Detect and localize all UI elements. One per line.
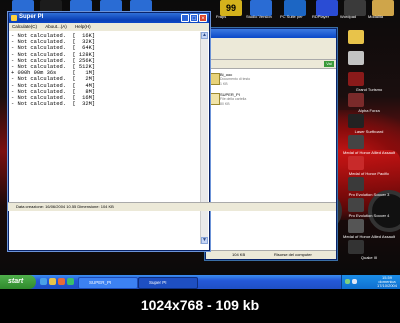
desktop-shortcut-label: Alpha Forza: [358, 108, 380, 113]
status-location: Risorse del computer: [274, 252, 312, 257]
file-size: 80 KB: [220, 102, 230, 106]
file-size: 1 KB: [220, 82, 228, 86]
desktop-shortcut-icon[interactable]: [348, 177, 364, 191]
menu-bar: Calculate(C) About...(A) Help(H): [9, 23, 209, 31]
file-details-statusbar: Data creazione: 16/06/2004 10.55 Dimensi…: [8, 202, 336, 211]
vertical-scrollbar[interactable]: ▲ ▼: [200, 32, 208, 244]
desktop-shortcut-icon[interactable]: [348, 219, 364, 233]
clock-date: 17/10/2004: [376, 283, 397, 289]
desktop-shortcut-label: Modalità: [368, 14, 384, 19]
desktop-shortcut-label: Quake III: [360, 255, 378, 260]
taskbar-item-explorer[interactable]: SUPER_PI: [78, 277, 138, 289]
file-icon[interactable]: [210, 93, 220, 105]
tray-network-icon[interactable]: [345, 279, 350, 284]
file-type: File della cartella: [220, 97, 247, 101]
results-text-area[interactable]: - Not calculated. [ 16K] - Not calculated…: [11, 33, 197, 243]
desktop-shortcut-icon[interactable]: [348, 198, 364, 212]
scroll-up-icon[interactable]: ▲: [201, 32, 208, 39]
desktop-shortcut-label: Laser Surfboard: [354, 129, 384, 134]
task-label: SUPER_PI: [89, 280, 112, 285]
explorer-statusbar: 104 KB Risorse del computer: [206, 250, 336, 259]
desktop-shortcut-label: Studio Version: [246, 14, 272, 19]
quicklaunch-messenger-icon[interactable]: [67, 278, 74, 285]
image-caption-bar: 1024x768 - 109 kb: [0, 289, 400, 323]
taskbar-item-superpi[interactable]: Super PI: [138, 277, 198, 289]
close-button[interactable]: ×: [199, 14, 207, 22]
minimize-button[interactable]: _: [181, 14, 189, 22]
image-caption: 1024x768 - 109 kb: [140, 297, 260, 313]
menu-about[interactable]: About...(A): [45, 24, 67, 29]
window-title: Super PI: [19, 14, 44, 20]
clock[interactable]: 15.59 domenica 17/10/2004: [376, 275, 397, 289]
desktop-shortcut-label: Medal of Honor Allied Assault: [342, 234, 396, 239]
tray-volume-icon[interactable]: [352, 279, 357, 284]
file-type: Documento di testo: [220, 77, 251, 81]
menu-calculate[interactable]: Calculate(C): [12, 24, 37, 29]
task-label: Super PI: [149, 280, 167, 285]
desktop-shortcut-icon[interactable]: [348, 135, 364, 149]
menu-help[interactable]: Help(H): [75, 24, 91, 29]
status-size: 104 KB: [232, 252, 246, 257]
start-button[interactable]: start: [0, 275, 36, 289]
desktop-shortcut-icon[interactable]: [348, 30, 364, 44]
desktop-shortcut-label: Pro Evolution Soccer 4: [348, 213, 390, 218]
quicklaunch-desktop-icon[interactable]: [49, 278, 56, 285]
desktop-shortcut-label: Medal of Honor Pacific: [348, 171, 390, 176]
maximize-button[interactable]: □: [190, 14, 198, 22]
desktop-shortcut-icon[interactable]: [348, 156, 364, 170]
desktop-shortcut-label: RDPlayer: [312, 14, 330, 19]
result-line: - Not calculated. [ 32M]: [11, 101, 96, 108]
desktop-shortcut-label: Grand Turismo: [355, 87, 383, 92]
explorer-window[interactable]: Vai Bi_ooc Documento di testo 1 KB SUPER…: [205, 28, 337, 260]
explorer-address-bar[interactable]: Vai: [206, 59, 336, 69]
desktop-shortcut-icon[interactable]: [348, 114, 364, 128]
desktop-shortcut-icon[interactable]: [348, 51, 364, 65]
desktop-shortcut-label: PC Suite per: [280, 14, 303, 19]
desktop-shortcut-icon[interactable]: [348, 93, 364, 107]
app-icon: [11, 15, 17, 21]
explorer-titlebar[interactable]: [206, 29, 336, 38]
desktop-shortcut-label: Pro Evolution Soccer 3: [348, 192, 390, 197]
superpi-window[interactable]: Super PI _ □ × Calculate(C) About...(A) …: [8, 12, 210, 251]
desktop-shortcut-label: Fraps: [216, 14, 227, 19]
taskbar: start SUPER_PI Super PI 15.59 domenica 1…: [0, 275, 400, 289]
explorer-toolbar: [206, 38, 336, 59]
file-details: Data creazione: 16/06/2004 10.55 Dimensi…: [16, 204, 114, 209]
desktop-shortcut-icon[interactable]: [348, 72, 364, 86]
quicklaunch-ie-icon[interactable]: [40, 278, 47, 285]
system-tray: 15.59 domenica 17/10/2004: [341, 275, 400, 289]
superpi-titlebar[interactable]: Super PI _ □ ×: [9, 13, 209, 23]
quicklaunch-media-icon[interactable]: [58, 278, 65, 285]
scroll-down-icon[interactable]: ▼: [201, 237, 208, 244]
file-icon[interactable]: [210, 73, 220, 85]
desktop-shortcut-label: Wordpad: [340, 14, 357, 19]
desktop-shortcut-label: Medal of Honor Allied Assault: [342, 150, 396, 155]
desktop-shortcut-icon[interactable]: [348, 240, 364, 254]
desktop: 99 Fraps Studio Version PC Suite per RDPlaye…: [0, 0, 400, 275]
go-button[interactable]: Vai: [324, 61, 334, 67]
